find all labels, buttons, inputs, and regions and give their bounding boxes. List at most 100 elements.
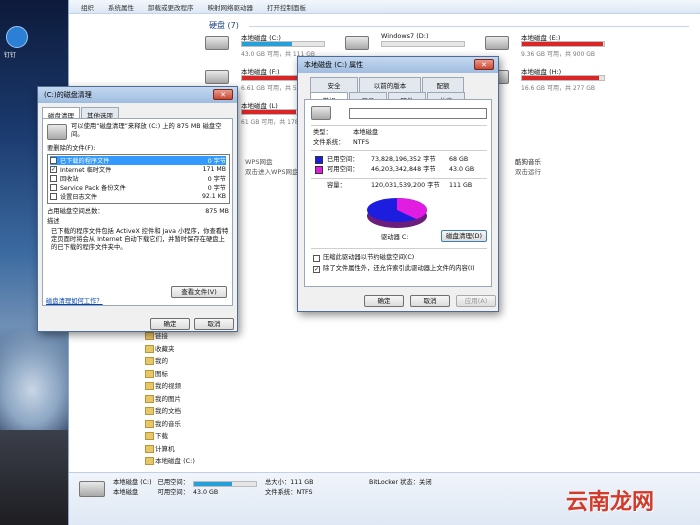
props-general-panel: 类型： 本地磁盘 文件系统： NTFS 已用空间： 73,828,196,352… bbox=[304, 99, 492, 287]
list-item-name: Service Pack 备份文件 bbox=[60, 185, 126, 192]
tab-security[interactable]: 安全 bbox=[310, 77, 358, 92]
menu-control-panel[interactable]: 打开控制面板 bbox=[267, 2, 306, 12]
nav-item[interactable]: 我的视频 bbox=[145, 380, 265, 393]
fs-label: 文件系统： bbox=[313, 139, 345, 146]
list-item-size: 0 字节 bbox=[207, 176, 226, 183]
status-drive-name: 本地磁盘 (C:) bbox=[113, 479, 152, 486]
drive-usage-fill bbox=[242, 110, 297, 114]
cleanup-title: (C:)的磁盘清理 bbox=[44, 91, 92, 99]
ok-button[interactable]: 确定 bbox=[150, 318, 190, 330]
drive-usage-fill bbox=[522, 42, 604, 46]
disk-cleanup-icon bbox=[47, 124, 67, 140]
checkbox[interactable] bbox=[50, 175, 57, 182]
drive-free-text: 16.6 GB 可用，共 277 GB bbox=[521, 85, 595, 92]
kugou-item[interactable]: 酷狗音乐 bbox=[515, 156, 541, 166]
status-used-label: 已用空间： bbox=[157, 479, 189, 486]
drive-usage-fill bbox=[242, 42, 293, 46]
nav-item[interactable]: 我的音乐 bbox=[145, 418, 265, 431]
drive-e[interactable]: 本地磁盘 (E:) 9.36 GB 可用，共 900 GB bbox=[485, 32, 605, 62]
status-free-label: 可用空间： bbox=[157, 489, 189, 496]
nav-item[interactable]: 我的 bbox=[145, 355, 265, 368]
desktop-icon-label: 钉钉 bbox=[4, 52, 17, 59]
hard-drive-icon bbox=[79, 481, 105, 497]
wps-cloud-hint: 双击进入WPS网盘 bbox=[245, 168, 299, 176]
capacity-bytes: 120,031,539,200 字节 bbox=[371, 182, 440, 189]
nav-item[interactable]: 图标 bbox=[145, 368, 265, 381]
drive-letter-label: 驱动器 C: bbox=[381, 234, 409, 241]
checkbox[interactable]: ✓ bbox=[50, 157, 57, 164]
files-list[interactable]: ✓ 已下载的程序文件 0 字节 ✓ Internet 临时文件 171 MB 回收站 0 … bbox=[47, 154, 230, 204]
files-to-delete-label: 要删除的文件(F): bbox=[47, 145, 96, 152]
menu-uninstall[interactable]: 卸载或更改程序 bbox=[148, 2, 194, 12]
compress-checkbox[interactable] bbox=[313, 255, 320, 262]
props-tabs-top: 安全 以前的版本 配额 bbox=[298, 73, 498, 92]
status-fs: 文件系统：NTFS bbox=[265, 489, 313, 496]
divider bbox=[311, 178, 487, 179]
drive-usage-bar bbox=[521, 75, 605, 81]
nav-item[interactable]: 我的图片 bbox=[145, 393, 265, 406]
menu-map-drive[interactable]: 映射网络驱动器 bbox=[208, 2, 254, 12]
close-icon[interactable]: ✕ bbox=[213, 89, 233, 100]
nav-item[interactable]: 收藏夹 bbox=[145, 343, 265, 356]
wps-cloud-item[interactable]: WPS网盘 bbox=[245, 156, 272, 166]
drive-label-input[interactable] bbox=[349, 108, 487, 119]
disk-usage-pie bbox=[367, 198, 427, 228]
kugou-hint: 双击运行 bbox=[515, 168, 541, 176]
props-title: 本地磁盘 (C:) 属性 bbox=[304, 61, 364, 69]
drive-usage-bar bbox=[241, 41, 325, 47]
list-item-name: 已下载的程序文件 bbox=[60, 158, 110, 165]
hard-drive-icon bbox=[345, 36, 369, 50]
list-item[interactable]: 回收站 0 字节 bbox=[50, 174, 226, 183]
description-label: 描述 bbox=[47, 218, 60, 225]
hard-drive-icon bbox=[205, 36, 229, 50]
list-item[interactable]: ✓ 已下载的程序文件 0 字节 bbox=[50, 156, 226, 165]
list-item[interactable]: Service Pack 备份文件 0 字节 bbox=[50, 183, 226, 192]
checkbox[interactable]: ✓ bbox=[50, 166, 57, 173]
used-space-label: 已用空间： bbox=[327, 156, 359, 163]
nav-item[interactable]: 本地磁盘 (C:) bbox=[145, 455, 265, 468]
apply-button[interactable]: 应用(A) bbox=[456, 295, 496, 307]
total-space-label: 占用磁盘空间总数： bbox=[47, 208, 104, 215]
list-item[interactable]: ✓ Internet 临时文件 171 MB bbox=[50, 165, 226, 174]
capacity-label: 容量： bbox=[327, 182, 346, 189]
group-divider bbox=[249, 26, 689, 27]
type-value: 本地磁盘 bbox=[353, 129, 379, 136]
checkbox[interactable] bbox=[50, 184, 57, 191]
cancel-button[interactable]: 取消 bbox=[410, 295, 450, 307]
drive-name: Windows7 (D:) bbox=[381, 32, 429, 40]
view-files-button[interactable]: 查看文件(V) bbox=[171, 286, 227, 298]
how-cleanup-works-link[interactable]: 磁盘清理如何工作？ bbox=[46, 298, 103, 306]
menu-organize[interactable]: 组织 bbox=[81, 2, 94, 12]
list-item[interactable]: 设置日志文件 92.1 KB bbox=[50, 192, 226, 201]
tab-previous-versions[interactable]: 以前的版本 bbox=[359, 77, 421, 92]
list-item-size: 171 MB bbox=[202, 166, 226, 173]
drive-free-text: 9.36 GB 可用，共 900 GB bbox=[521, 51, 595, 58]
tab-quota[interactable]: 配额 bbox=[422, 77, 464, 92]
type-label: 类型： bbox=[313, 129, 332, 136]
cleanup-panel: 可以使用“磁盘清理”来释放 (C:) 上的 875 MB 磁盘空间。 要删除的文… bbox=[42, 118, 233, 306]
compress-label: 压缩此驱动器以节约磁盘空间(C) bbox=[323, 254, 415, 261]
free-space-label: 可用空间： bbox=[327, 166, 359, 173]
cancel-button[interactable]: 取消 bbox=[194, 318, 234, 330]
nav-item[interactable]: 我的文档 bbox=[145, 405, 265, 418]
hard-drive-icon bbox=[205, 70, 229, 84]
drive-h[interactable]: 本地磁盘 (H:) 16.6 GB 可用，共 277 GB bbox=[485, 66, 605, 96]
list-item-size: 0 字节 bbox=[207, 158, 226, 165]
menu-system-props[interactable]: 系统属性 bbox=[108, 2, 134, 12]
hard-drive-icon bbox=[311, 106, 331, 120]
status-usage-fill bbox=[194, 482, 232, 486]
nav-item[interactable]: 计算机 bbox=[145, 443, 265, 456]
index-checkbox[interactable]: ✓ bbox=[313, 266, 320, 273]
drive-usage-bar bbox=[381, 41, 465, 47]
close-icon[interactable]: ✕ bbox=[474, 59, 494, 70]
status-bitlocker: BitLocker 状态：关闭 bbox=[369, 479, 432, 486]
checkbox[interactable] bbox=[50, 193, 57, 200]
list-item-name: 回收站 bbox=[60, 176, 79, 183]
cleanup-intro: 可以使用“磁盘清理”来释放 (C:) 上的 875 MB 磁盘空间。 bbox=[71, 123, 222, 138]
disk-cleanup-button[interactable]: 磁盘清理(D) bbox=[441, 230, 487, 242]
dingtalk-icon[interactable] bbox=[6, 26, 28, 48]
explorer-menubar: 组织 系统属性 卸载或更改程序 映射网络驱动器 打开控制面板 bbox=[69, 0, 700, 14]
ok-button[interactable]: 确定 bbox=[364, 295, 404, 307]
nav-item[interactable]: 下载 bbox=[145, 430, 265, 443]
used-space-gb: 68 GB bbox=[449, 156, 469, 163]
